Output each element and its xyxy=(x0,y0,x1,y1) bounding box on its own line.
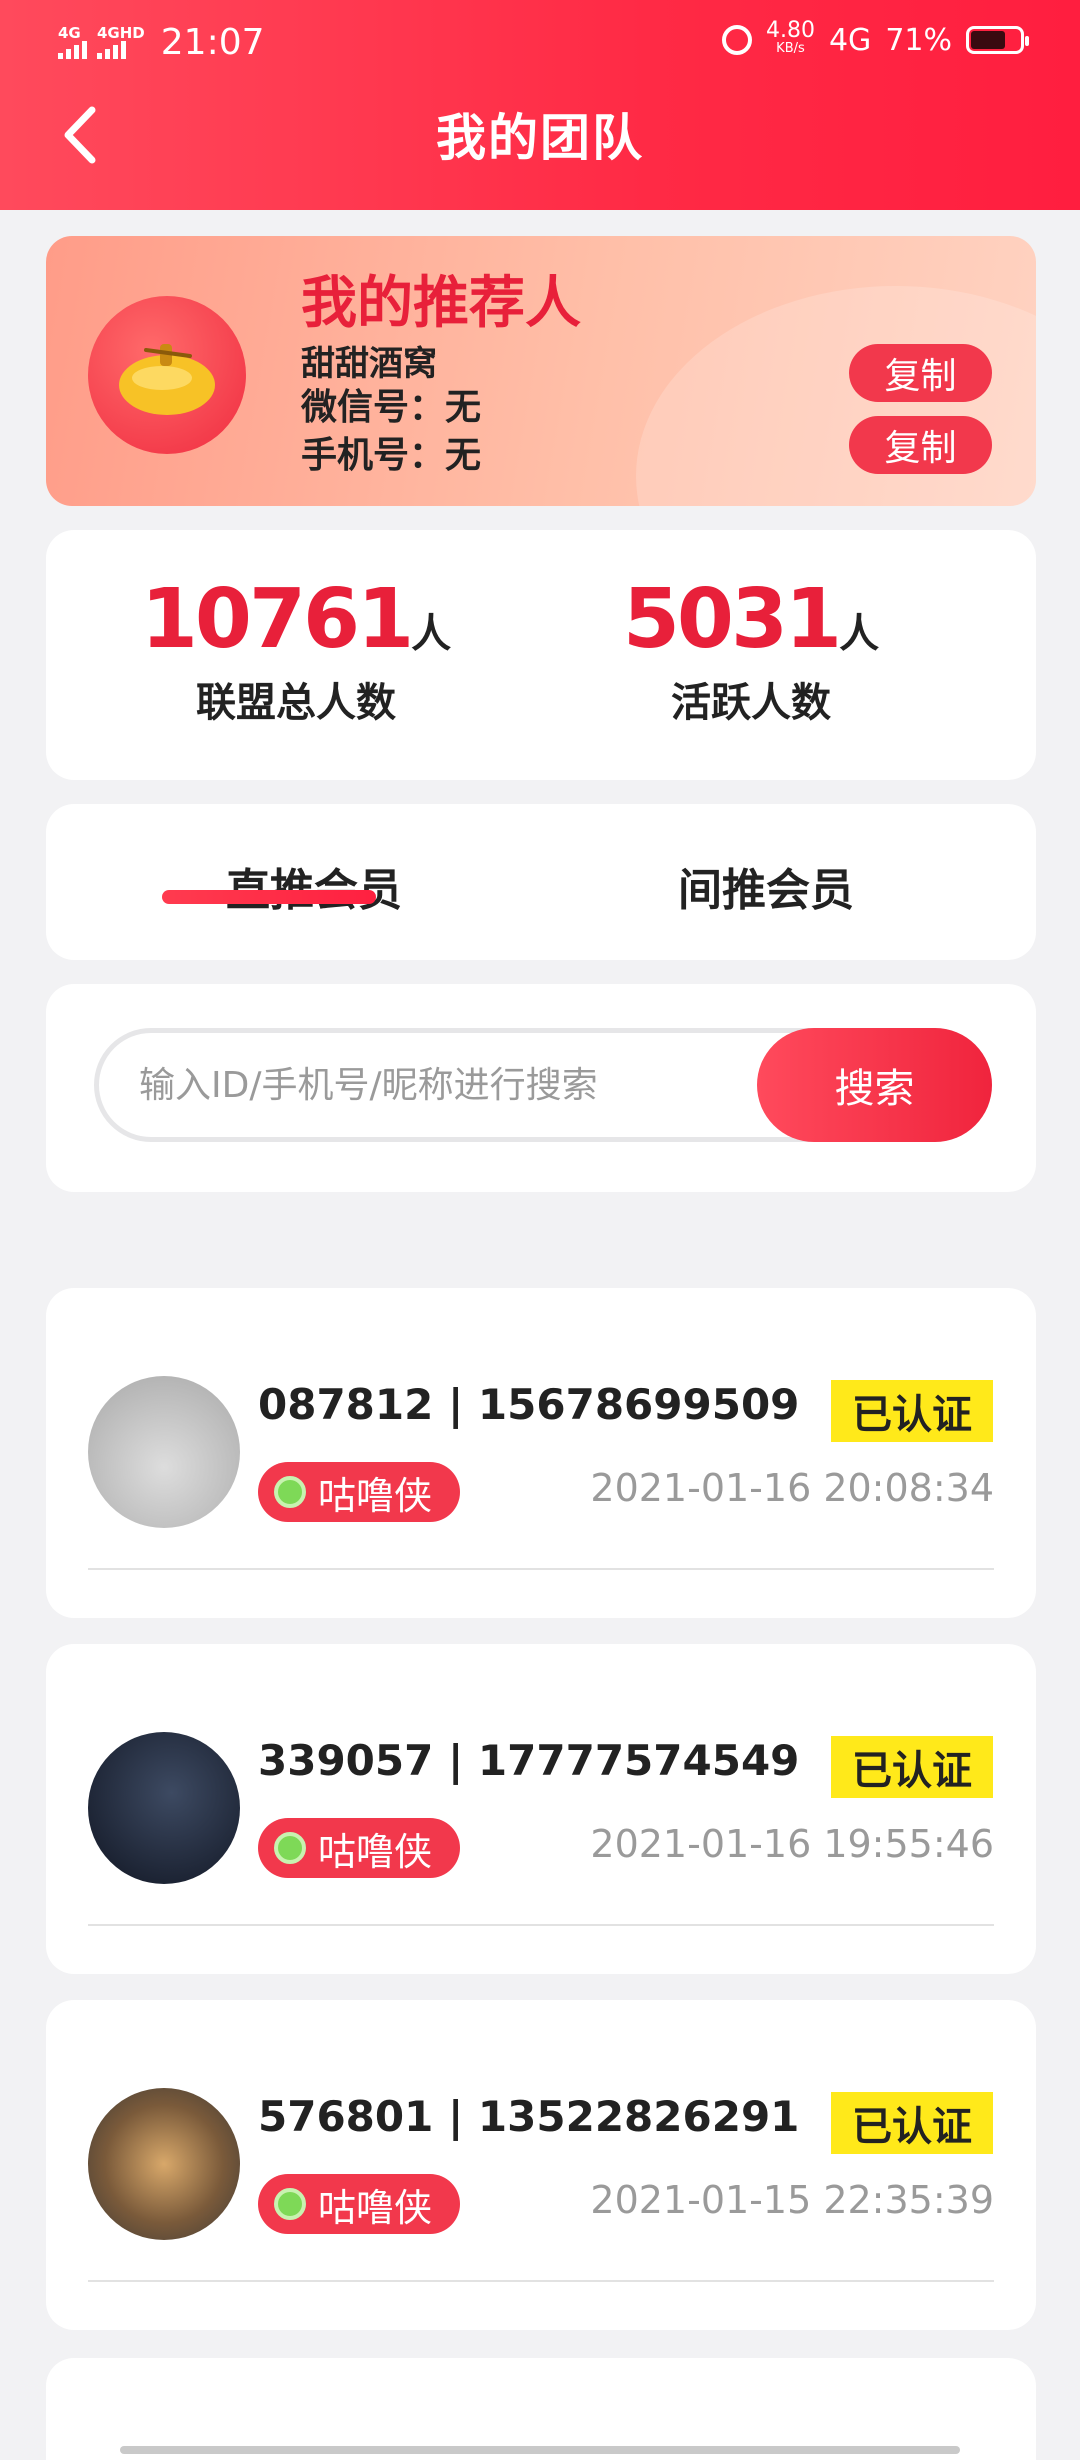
coin-pouch-icon xyxy=(119,344,215,415)
tab-indirect-members[interactable]: 间推会员 xyxy=(678,854,854,918)
referrer-wechat: 微信号：无 xyxy=(301,387,482,428)
level-badge: 咕噜侠 xyxy=(258,1462,460,1522)
active-unit: 人 xyxy=(839,611,880,657)
home-indicator[interactable] xyxy=(120,2446,960,2454)
join-time: 2021-01-15 22:35:39 xyxy=(590,2178,994,2222)
copy-wechat-button[interactable]: 复制 xyxy=(849,344,992,402)
battery-icon xyxy=(966,26,1029,54)
stat-active: 5031人 活跃人数 xyxy=(541,570,961,728)
verified-badge: 已认证 xyxy=(831,1380,993,1442)
member-id-phone: 087812 | 15678699509 xyxy=(258,1380,800,1429)
status-time: 21:07 xyxy=(160,22,265,63)
search-input[interactable] xyxy=(139,1055,699,1115)
referrer-phone: 手机号：无 xyxy=(301,435,482,476)
status-right: 4.80 KB/s 4G 71% xyxy=(721,18,1029,58)
avatar xyxy=(88,2088,240,2240)
page-title: 我的团队 xyxy=(436,109,644,167)
member-id-phone: 339057 | 17777574549 xyxy=(258,1736,800,1785)
battery-percent: 71% xyxy=(885,22,952,58)
active-count: 5031 xyxy=(622,572,842,667)
total-unit: 人 xyxy=(411,611,452,657)
network-type: 4G xyxy=(828,22,872,58)
level-dot-icon xyxy=(274,1476,306,1508)
member-card[interactable]: 576801 | 13522826291 咕噜侠 已认证 2021-01-15 … xyxy=(46,2000,1036,2330)
avatar xyxy=(88,1732,240,1884)
signal-2-icon: 4GHD xyxy=(97,26,145,59)
search-button[interactable]: 搜索 xyxy=(757,1028,992,1142)
member-card[interactable]: 087812 | 15678699509 咕噜侠 已认证 2021-01-16 … xyxy=(46,1288,1036,1618)
level-dot-icon xyxy=(274,1832,306,1864)
app-header: 4G 4GHD 21:07 4.80 KB/s 4G 71% 我的团队 xyxy=(0,0,1080,210)
member-tabs: 直推会员 间推会员 xyxy=(46,804,1036,960)
total-count: 10761 xyxy=(140,572,414,667)
signal-1-icon: 4G xyxy=(58,26,87,59)
divider xyxy=(88,2280,994,2282)
avatar xyxy=(88,1376,240,1528)
team-stats-card: 10761人 联盟总人数 5031人 活跃人数 xyxy=(46,530,1036,780)
referrer-avatar xyxy=(88,296,246,454)
referrer-title: 我的推荐人 xyxy=(301,271,581,336)
network-speed: 4.80 KB/s xyxy=(765,18,815,57)
level-badge: 咕噜侠 xyxy=(258,1818,460,1878)
search-box: 搜索 xyxy=(94,1028,992,1142)
level-badge: 咕噜侠 xyxy=(258,2174,460,2234)
member-card[interactable]: 339057 | 17777574549 咕噜侠 已认证 2021-01-16 … xyxy=(46,1644,1036,1974)
join-time: 2021-01-16 20:08:34 xyxy=(590,1466,994,1510)
copy-phone-button[interactable]: 复制 xyxy=(849,416,992,474)
member-card-partial[interactable] xyxy=(46,2358,1036,2460)
divider xyxy=(88,1568,994,1570)
alarm-icon xyxy=(721,25,752,55)
stat-total: 10761人 联盟总人数 xyxy=(86,570,506,728)
total-label: 联盟总人数 xyxy=(196,680,396,726)
member-id-phone: 576801 | 13522826291 xyxy=(258,2092,800,2141)
level-dot-icon xyxy=(274,2188,306,2220)
divider xyxy=(88,1924,994,1926)
active-tab-indicator xyxy=(162,890,376,904)
verified-badge: 已认证 xyxy=(831,1736,993,1798)
search-card: 搜索 xyxy=(46,984,1036,1192)
verified-badge: 已认证 xyxy=(831,2092,993,2154)
status-bar: 4G 4GHD 21:07 4.80 KB/s 4G 71% xyxy=(0,0,1080,82)
status-left: 4G 4GHD 21:07 xyxy=(58,22,265,63)
join-time: 2021-01-16 19:55:46 xyxy=(590,1822,994,1866)
tab-direct-members[interactable]: 直推会员 xyxy=(226,854,402,918)
referrer-card: 我的推荐人 甜甜酒窝 微信号：无 手机号：无 复制 复制 xyxy=(46,236,1036,506)
active-label: 活跃人数 xyxy=(671,680,831,726)
